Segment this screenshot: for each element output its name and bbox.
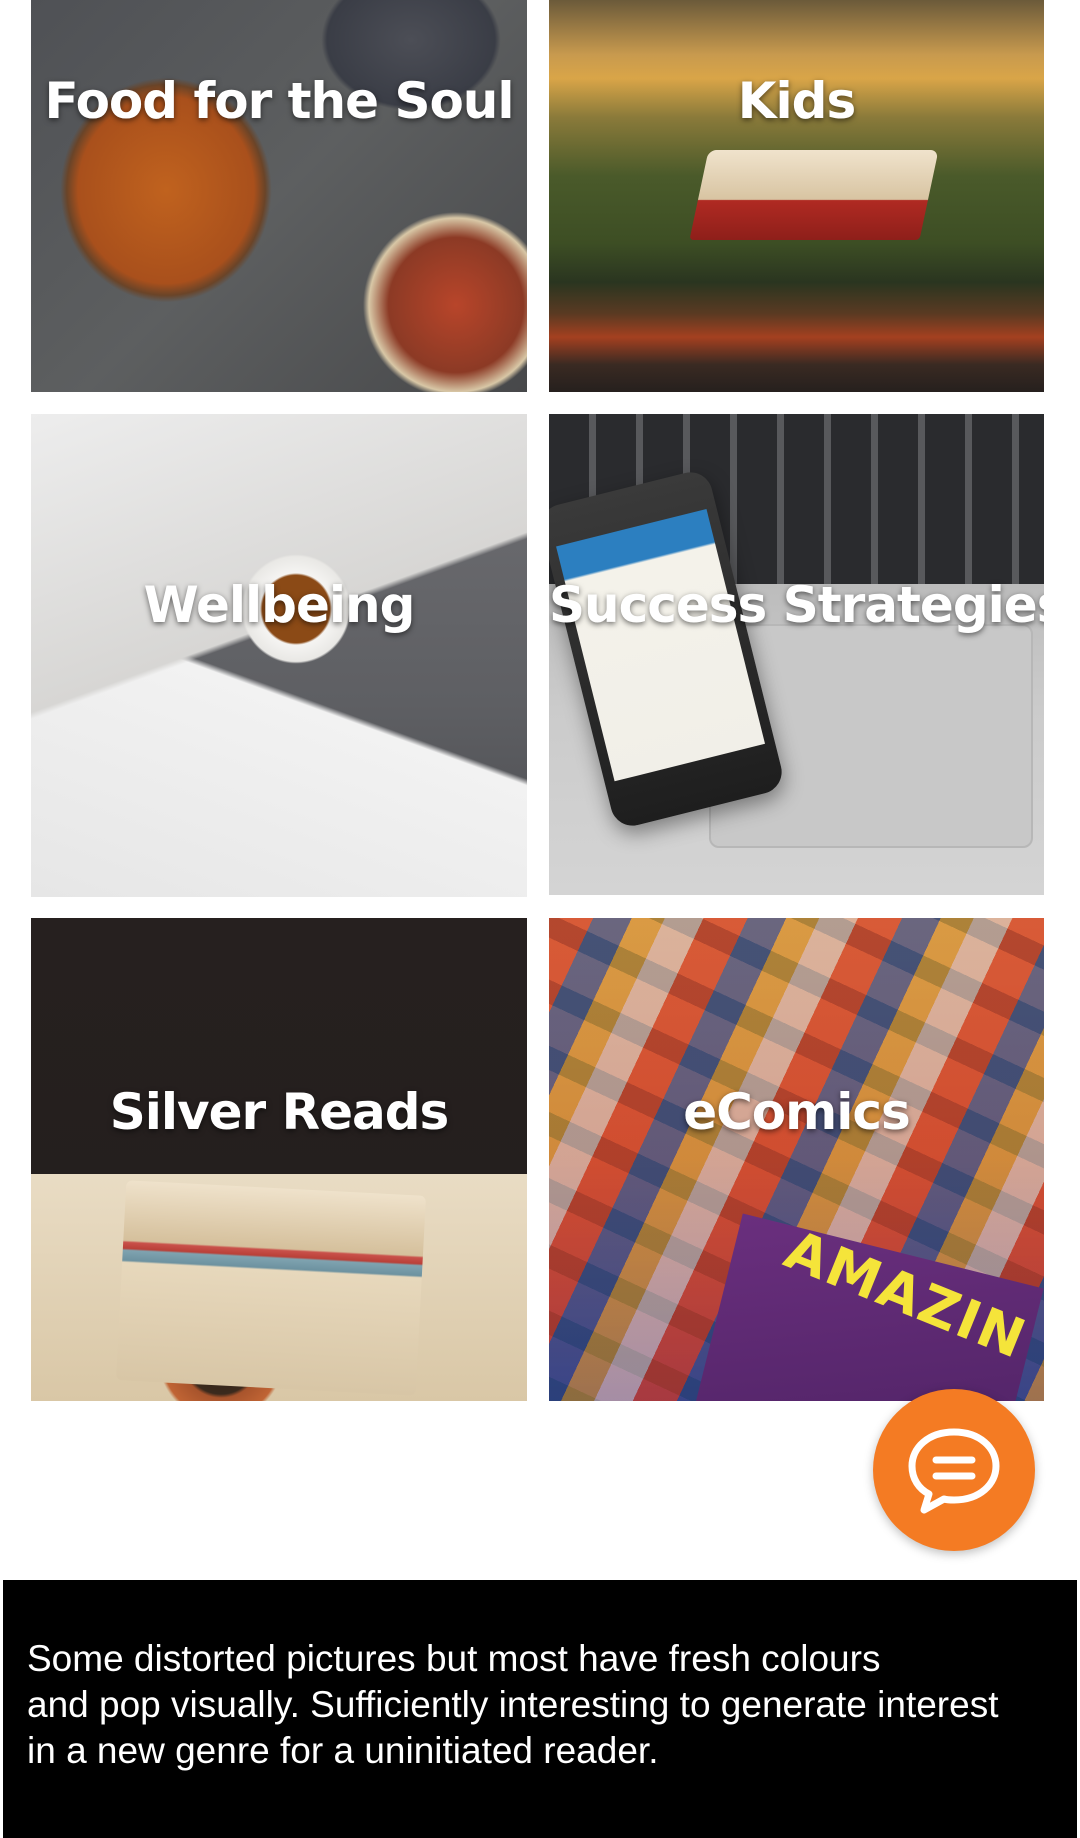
tile-image-wellbeing bbox=[31, 414, 527, 897]
caption-line: Some distorted pictures but most have fr… bbox=[27, 1638, 881, 1679]
tile-label: Food for the Soul bbox=[44, 72, 514, 130]
genre-tile-silver-reads[interactable]: Silver Reads bbox=[31, 918, 527, 1401]
tile-label: Wellbeing bbox=[143, 576, 416, 634]
genre-tile-success-strategies[interactable]: Success Strategies bbox=[549, 414, 1044, 895]
genre-tile-kids[interactable]: Kids bbox=[549, 0, 1044, 392]
genre-tile-ecomics[interactable]: AMAZIN eComics bbox=[549, 918, 1044, 1401]
chat-button[interactable] bbox=[873, 1389, 1035, 1551]
genre-tile-wellbeing[interactable]: Wellbeing bbox=[31, 414, 527, 897]
book-illustration bbox=[689, 150, 939, 240]
tile-image-food bbox=[31, 0, 527, 392]
caption-line: in a new genre for a uninitiated reader. bbox=[27, 1730, 659, 1771]
chat-bubble-icon bbox=[908, 1428, 1000, 1514]
tile-label: Success Strategies bbox=[549, 576, 1044, 634]
caption-line: and pop visually. Sufficiently interesti… bbox=[27, 1684, 999, 1725]
caption-panel: Some distorted pictures but most have fr… bbox=[3, 1580, 1077, 1838]
tile-label: Kids bbox=[737, 72, 856, 130]
caption-text: Some distorted pictures but most have fr… bbox=[27, 1636, 1067, 1774]
genre-tile-food-for-the-soul[interactable]: Food for the Soul bbox=[31, 0, 527, 392]
tile-label: eComics bbox=[683, 1083, 911, 1141]
tile-label: Silver Reads bbox=[109, 1083, 450, 1141]
books-illustration bbox=[115, 1180, 427, 1396]
